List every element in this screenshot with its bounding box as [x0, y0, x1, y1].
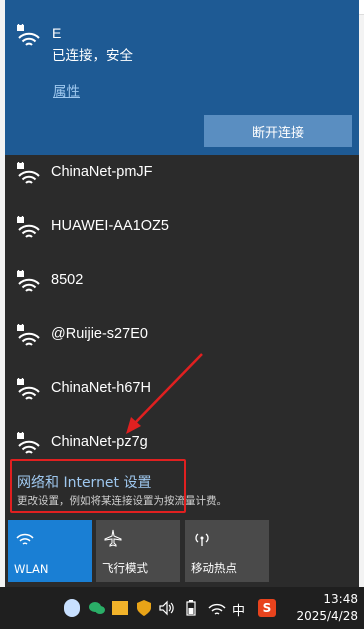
quick-action-airplane-mode[interactable]: 飞行模式	[96, 520, 180, 582]
network-flyout: E 已连接，安全 属性 断开连接 ChinaNet-pmJF HUAWEI-AA1…	[5, 0, 359, 587]
network-ssid: HUAWEI-AA1OZ5	[51, 218, 169, 234]
hotspot-icon	[195, 533, 209, 546]
clock-date: 2025/4/28	[296, 609, 358, 623]
network-ssid: ChinaNet-h67H	[51, 380, 151, 396]
connected-network[interactable]: E 已连接，安全 属性 断开连接	[5, 0, 359, 155]
wifi-secured-icon	[17, 216, 40, 238]
security-shield-icon[interactable]	[136, 599, 152, 617]
network-list-item[interactable]: HUAWEI-AA1OZ5	[5, 202, 359, 256]
wifi-secured-icon	[17, 378, 40, 400]
network-list-item[interactable]: @Ruijie-s27E0	[5, 310, 359, 364]
network-list-item[interactable]: 8502	[5, 256, 359, 310]
wifi-secured-icon	[17, 432, 40, 454]
clock-time: 13:48	[323, 592, 358, 606]
wifi-icon	[16, 533, 34, 545]
avatar-icon[interactable]	[64, 599, 80, 617]
quick-action-label: 飞行模式	[102, 561, 148, 575]
airplane-icon	[104, 529, 122, 547]
annotation-highlight-box	[10, 459, 186, 513]
wifi-secured-icon	[17, 324, 40, 346]
network-ssid: ChinaNet-pmJF	[51, 164, 153, 180]
battery-icon[interactable]	[182, 599, 200, 617]
quick-action-label: WLAN	[14, 562, 49, 576]
quick-action-wlan[interactable]: WLAN	[8, 520, 92, 582]
wifi-tray-icon[interactable]	[207, 599, 227, 617]
wechat-icon[interactable]	[88, 599, 106, 617]
wifi-secured-icon	[17, 24, 40, 46]
disconnect-button[interactable]: 断开连接	[204, 115, 352, 147]
network-ssid: ChinaNet-pz7g	[51, 434, 148, 450]
wifi-secured-icon	[17, 270, 40, 292]
quick-action-mobile-hotspot[interactable]: 移动热点	[185, 520, 269, 582]
connected-network-name: E	[52, 25, 62, 41]
folder-icon[interactable]	[112, 601, 128, 615]
properties-link[interactable]: 属性	[53, 80, 80, 100]
ime-indicator[interactable]: 中	[232, 600, 245, 619]
network-ssid: 8502	[51, 272, 84, 288]
connected-network-status: 已连接，安全	[52, 48, 133, 64]
quick-action-label: 移动热点	[191, 561, 237, 575]
network-ssid: @Ruijie-s27E0	[51, 326, 148, 342]
wifi-secured-icon	[17, 162, 40, 184]
taskbar: 中 S 13:48 2025/4/28	[0, 587, 364, 629]
volume-icon[interactable]	[158, 599, 176, 617]
taskbar-clock[interactable]: 13:48 2025/4/28	[296, 591, 358, 625]
network-list-item[interactable]: ChinaNet-h67H	[5, 364, 359, 418]
network-list-item[interactable]: ChinaNet-pmJF	[5, 148, 359, 202]
sogou-input-icon[interactable]: S	[258, 599, 276, 617]
